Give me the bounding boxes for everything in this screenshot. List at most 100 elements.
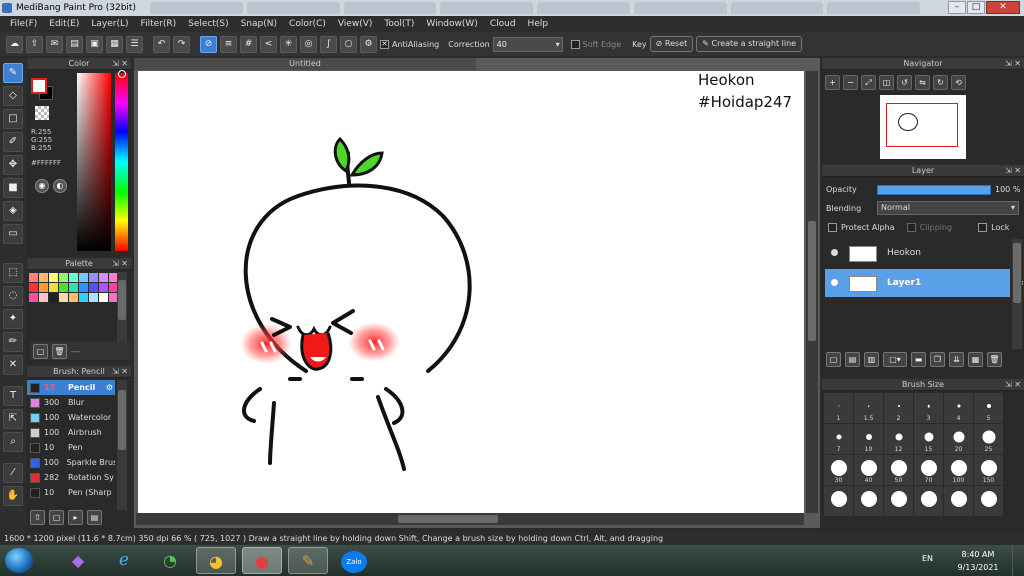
brush-size-option[interactable]: 5 [974, 393, 1003, 423]
palette-swatch[interactable] [39, 293, 48, 302]
comment-icon[interactable]: ✉ [46, 35, 63, 53]
snap-perspective-icon[interactable]: < [260, 35, 277, 53]
new-palette-icon[interactable]: ▢ [33, 343, 48, 359]
panel-pin-close-icon[interactable]: ⇲ ✕ [112, 58, 128, 70]
palette-swatch[interactable] [79, 273, 88, 282]
snap-concentric-icon[interactable]: ◎ [300, 35, 317, 53]
palette-swatch[interactable] [59, 283, 68, 292]
brush-size-option[interactable] [914, 486, 943, 516]
brush-size-option[interactable]: 1 [824, 393, 853, 423]
hue-handle[interactable] [118, 70, 126, 78]
palette-scroll-thumb[interactable] [118, 280, 126, 320]
brush-item[interactable]: 10 Pen [27, 440, 115, 455]
menu-tool[interactable]: Tool(T) [378, 19, 420, 29]
brush-size-option[interactable]: 12 [884, 424, 913, 454]
chrome-icon[interactable]: ◕ [196, 547, 236, 574]
palette-swatch[interactable] [49, 293, 58, 302]
new-8bit-layer-icon[interactable]: ▥ [864, 352, 879, 367]
maximize-button[interactable]: □ [967, 1, 985, 14]
snap-curve-icon[interactable]: ∫ [320, 35, 337, 53]
rect-select-tool-icon[interactable]: □ [3, 109, 23, 129]
palette-swatch[interactable] [99, 283, 108, 292]
select-eraser-tool-icon[interactable]: ✕ [3, 355, 23, 375]
pages-icon[interactable]: ▦ [106, 35, 123, 53]
brush-scrollbar[interactable] [117, 380, 127, 510]
select-pen-tool-icon[interactable]: ✏ [3, 332, 23, 352]
canvas-vertical-scrollbar[interactable] [806, 71, 818, 513]
menu-view[interactable]: View(V) [332, 19, 379, 29]
brush-size-option[interactable]: 4 [944, 393, 973, 423]
hand-tool-icon[interactable]: ✋ [3, 486, 23, 506]
eyedropper2-tool-icon[interactable]: ⁄ [3, 463, 23, 483]
snap-settings-icon[interactable]: ⚙ [360, 35, 377, 53]
gear-icon[interactable]: ⚙ [106, 380, 113, 395]
reset-button[interactable]: ⊘ Reset [649, 36, 694, 52]
brush-size-option[interactable] [824, 486, 853, 516]
brush-size-option[interactable]: 70 [914, 455, 943, 485]
navigator-viewport-frame[interactable] [886, 103, 958, 147]
layer-scrollbar[interactable] [1012, 239, 1022, 349]
pen-tool-icon[interactable]: ✐ [3, 132, 23, 152]
menu-cloud[interactable]: Cloud [484, 19, 522, 29]
folder-icon[interactable]: ▬ [911, 352, 926, 367]
palette-swatch[interactable] [79, 283, 88, 292]
delete-palette-icon[interactable]: 🗑 [52, 343, 67, 359]
lasso-tool-icon[interactable]: ◌ [3, 286, 23, 306]
brush-size-option[interactable] [974, 486, 1003, 516]
panel-pin-close-icon[interactable]: ⇲ ✕ [1005, 58, 1021, 70]
menu-snap[interactable]: Snap(N) [235, 19, 283, 29]
palette-swatch[interactable] [89, 273, 98, 282]
protect-alpha-checkbox[interactable] [828, 223, 837, 232]
language-indicator[interactable]: EN [922, 554, 933, 563]
snap-off-icon[interactable]: ⊘ [200, 35, 217, 53]
palette-swatch[interactable] [29, 273, 38, 282]
palette-swatch[interactable] [49, 273, 58, 282]
brush-size-option[interactable]: 20 [944, 424, 973, 454]
operation-tool-icon[interactable]: ⇱ [3, 409, 23, 429]
browser-tab[interactable] [246, 2, 340, 14]
menu-color[interactable]: Color(C) [283, 19, 332, 29]
color-mix-icon[interactable]: ◐ [53, 179, 67, 193]
eye-icon[interactable] [831, 279, 838, 286]
color-wheel-icon[interactable]: ◉ [35, 179, 49, 193]
opacity-slider[interactable] [877, 185, 991, 195]
eraser-tool-icon[interactable]: ◇ [3, 86, 23, 106]
layer-scroll-thumb[interactable] [1013, 243, 1021, 303]
brush-item[interactable]: 100 Watercolor [27, 410, 115, 425]
page-icon[interactable]: ▣ [86, 35, 103, 53]
palette-swatch[interactable] [39, 283, 48, 292]
rotate-reset-icon[interactable]: ⟲ [951, 75, 966, 90]
menu-filter[interactable]: Filter(R) [135, 19, 183, 29]
horizontal-scroll-thumb[interactable] [398, 515, 498, 523]
brush-size-option[interactable]: 3 [914, 393, 943, 423]
soft-edge-checkbox[interactable] [570, 39, 580, 49]
new-halftone-layer-icon[interactable]: ▤ [845, 352, 860, 367]
brush-size-option[interactable]: 40 [854, 455, 883, 485]
eyedropper-tool-icon[interactable]: ⌕ [3, 432, 23, 452]
show-desktop-button[interactable] [1012, 545, 1024, 576]
zalo-icon[interactable]: Zalo [334, 547, 374, 574]
layer-property-icon[interactable]: ▦ [968, 352, 983, 367]
duplicate-layer-icon[interactable]: ❐ [930, 352, 945, 367]
fill-rect-tool-icon[interactable]: ■ [3, 178, 23, 198]
snap-radial-icon[interactable]: ✳ [280, 35, 297, 53]
browser-tab[interactable] [730, 2, 824, 14]
zoom-out-icon[interactable]: − [843, 75, 858, 90]
transparent-color-swatch[interactable] [35, 106, 49, 120]
vertical-scroll-thumb[interactable] [808, 221, 816, 341]
layer-row-layer1[interactable]: Layer1 ⚙ [825, 269, 1024, 297]
brush-cloud-icon[interactable]: ⇧ [30, 510, 45, 525]
chrome-app-icon[interactable]: ◔ [150, 547, 190, 574]
bucket-tool-icon[interactable]: ◈ [3, 201, 23, 221]
browser-tab[interactable] [440, 2, 533, 14]
brush-size-option[interactable]: 15 [914, 424, 943, 454]
close-button[interactable]: ✕ [986, 1, 1020, 14]
zoom-in-icon[interactable]: + [825, 75, 840, 90]
menu-layer[interactable]: Layer(L) [85, 19, 134, 29]
chevron-down-icon[interactable]: ▾ [556, 40, 564, 49]
paint-icon[interactable]: ✎ [288, 547, 328, 574]
blending-select[interactable]: Normal ▾ [877, 201, 1019, 215]
brush-item[interactable]: 300 Blur [27, 395, 115, 410]
magic-wand-tool-icon[interactable]: ✦ [3, 309, 23, 329]
visual-studio-icon[interactable]: ◆ [58, 547, 98, 574]
